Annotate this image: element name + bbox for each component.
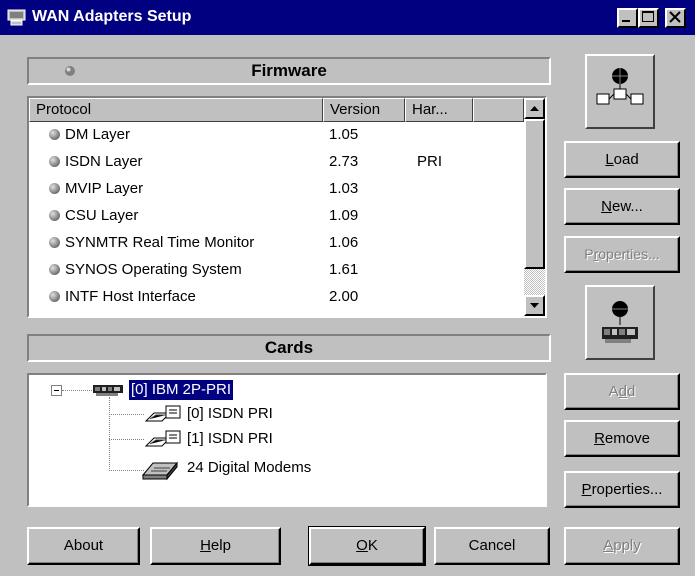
- firmware-bullet-icon: [49, 156, 60, 167]
- firmware-title: Firmware: [251, 61, 327, 80]
- tree-root-card[interactable]: [0] IBM 2P-PRI: [127, 379, 235, 401]
- minimize-button[interactable]: [617, 8, 638, 28]
- firmware-status-icon: [65, 66, 75, 76]
- isdn-line-icon: [144, 405, 181, 422]
- load-button[interactable]: Load: [564, 141, 680, 178]
- firmware-header: Firmware: [27, 57, 551, 85]
- tree-child-item[interactable]: [0] ISDN PRI: [187, 404, 273, 424]
- tree-child-item[interactable]: 24 Digital Modems: [187, 458, 311, 478]
- card-properties-button[interactable]: Properties...: [564, 471, 680, 508]
- firmware-row[interactable]: MVIP Layer 1.03: [29, 176, 515, 202]
- cards-title: Cards: [264, 338, 314, 357]
- title-bar: WAN Adapters Setup: [0, 0, 695, 35]
- arrow-up-icon: [530, 106, 539, 111]
- cancel-button[interactable]: Cancel: [434, 527, 550, 565]
- isdn-line-icon: [144, 430, 181, 447]
- minimize-icon: [622, 20, 630, 22]
- maximize-button[interactable]: [638, 8, 659, 28]
- firmware-bullet-icon: [49, 264, 60, 275]
- firmware-list[interactable]: Protocol Version Har... DM Layer 1.05 IS…: [27, 96, 547, 318]
- cards-header: Cards: [27, 334, 551, 362]
- firmware-row[interactable]: CSU Layer 1.09: [29, 203, 515, 229]
- maximize-icon: [642, 11, 654, 22]
- tree-collapse-toggle[interactable]: [51, 385, 62, 396]
- apply-button[interactable]: Apply: [564, 527, 680, 565]
- app-icon: [7, 9, 26, 26]
- remove-button[interactable]: Remove: [564, 420, 680, 457]
- card-image-box: [585, 285, 655, 360]
- scroll-thumb[interactable]: [524, 119, 545, 269]
- scroll-up-button[interactable]: [524, 98, 545, 119]
- firmware-properties-button[interactable]: Properties...: [564, 236, 680, 273]
- close-button[interactable]: [665, 8, 686, 28]
- modem-icon: [141, 461, 179, 481]
- tree-child-item[interactable]: [1] ISDN PRI: [187, 429, 273, 449]
- help-button[interactable]: Help: [150, 527, 281, 565]
- column-header-version[interactable]: Version: [323, 98, 405, 122]
- window-title: WAN Adapters Setup: [32, 8, 192, 25]
- firmware-row[interactable]: DM Layer 1.05: [29, 122, 515, 148]
- adapter-card-large-icon: [602, 301, 638, 343]
- column-header-hardware[interactable]: Har...: [405, 98, 473, 122]
- firmware-bullet-icon: [49, 183, 60, 194]
- scroll-down-button[interactable]: [524, 295, 545, 316]
- column-header-blank: [473, 98, 524, 122]
- firmware-bullet-icon: [49, 291, 60, 302]
- firmware-image-box: [585, 54, 655, 129]
- scroll-track[interactable]: [524, 269, 545, 295]
- firmware-bullet-icon: [49, 129, 60, 140]
- firmware-scrollbar[interactable]: [524, 98, 545, 316]
- new-button[interactable]: New...: [564, 188, 680, 225]
- firmware-row[interactable]: SYNMTR Real Time Monitor 1.06: [29, 230, 515, 256]
- about-button[interactable]: About: [27, 527, 140, 565]
- close-icon: [669, 11, 681, 23]
- firmware-row[interactable]: ISDN Layer 2.73 PRI: [29, 149, 515, 175]
- firmware-row[interactable]: INTF Host Interface 2.00: [29, 284, 515, 310]
- firmware-row[interactable]: SYNOS Operating System 1.61: [29, 257, 515, 283]
- adapter-card-icon: [93, 385, 123, 396]
- firmware-bullet-icon: [49, 237, 60, 248]
- network-protocol-icon: [596, 68, 644, 105]
- column-header-protocol[interactable]: Protocol: [29, 98, 323, 122]
- ok-button[interactable]: OK: [308, 526, 426, 566]
- cards-tree[interactable]: [0] IBM 2P-PRI [0] ISDN PRI [1] ISDN PRI…: [27, 373, 547, 507]
- add-button[interactable]: Add: [564, 373, 680, 410]
- firmware-bullet-icon: [49, 210, 60, 221]
- arrow-down-icon: [530, 303, 539, 308]
